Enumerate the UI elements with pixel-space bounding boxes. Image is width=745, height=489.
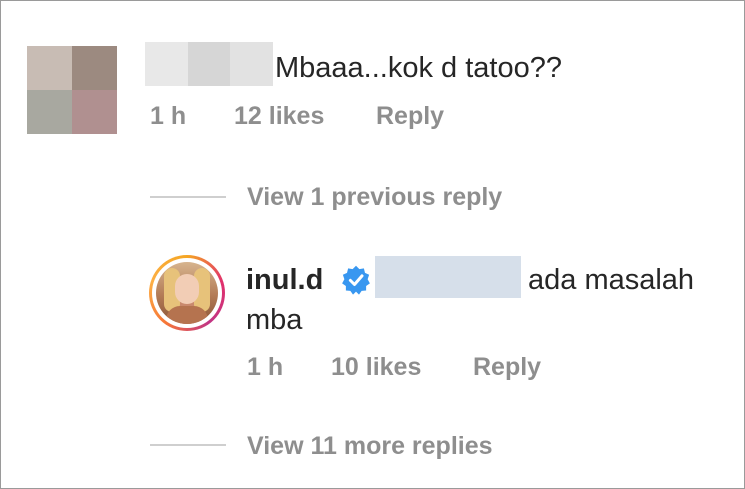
reply-username-link[interactable]: inul.d [246,262,323,298]
reply-text-line1: ada masalah [528,264,695,296]
reply-likes-link[interactable]: 10 likes [331,351,421,383]
view-more-replies-button[interactable]: View 11 more replies [247,430,493,462]
username-blur-block [145,42,188,86]
comment-text: Mbaaa...kok d tatoo?? [275,52,562,84]
comment-likes-link[interactable]: 12 likes [234,100,324,132]
commenter-username-blurred[interactable] [145,42,273,86]
reply-text-line2: mba [246,304,303,336]
reply-reply-button[interactable]: Reply [473,351,541,383]
reply-timestamp: 1 h [247,353,284,381]
verified-badge-icon [342,265,370,295]
mentioned-username-blurred[interactable] [375,256,521,298]
avatar-face [175,274,199,304]
comment-timestamp: 1 h [150,102,187,130]
avatar-ring-inner [152,258,222,328]
username-blur-block [230,42,273,86]
reply-avatar-story-ring[interactable] [149,255,225,331]
reply-meta-row: 1 h 10 likes Reply [0,351,745,383]
thread-divider-line [150,196,226,198]
comment-reply-button[interactable]: Reply [376,100,444,132]
avatar-pixel-block [27,46,72,90]
reply-avatar [156,262,218,324]
username-blur-block [187,42,231,86]
comment-meta-row: 1 h 12 likes Reply [0,100,745,132]
thread-divider-line [150,444,226,446]
avatar-shirt [166,306,208,324]
avatar-pixel-block [72,46,117,90]
view-previous-reply-button[interactable]: View 1 previous reply [247,181,502,213]
